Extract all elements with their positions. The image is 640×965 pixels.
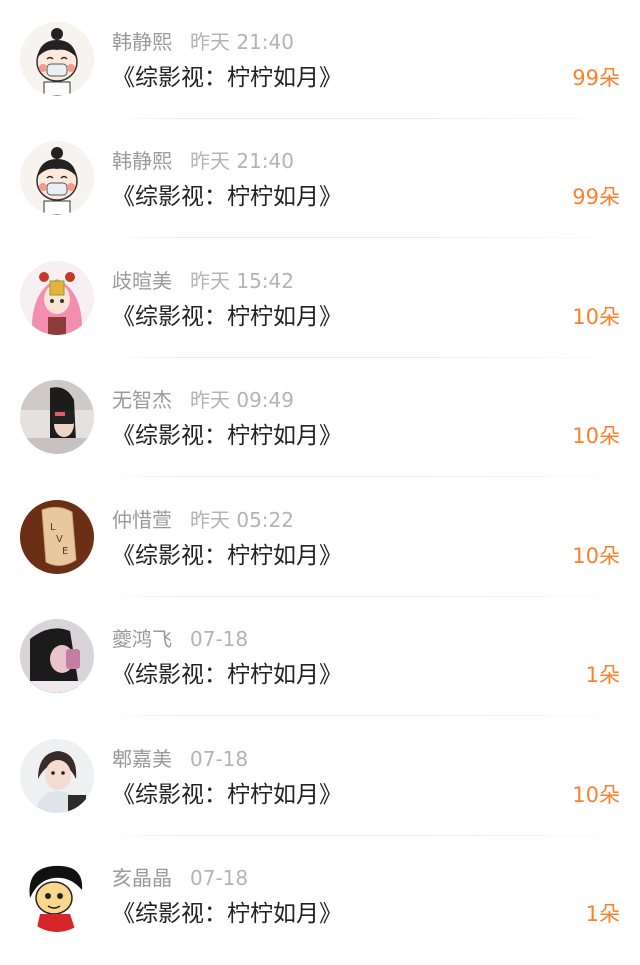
meta-line: 亥晶晶 07-18 <box>112 864 248 892</box>
user-name[interactable]: 韩静熙 <box>112 30 172 54</box>
book-title[interactable]: 《综影视：柠柠如月》 <box>112 301 342 333</box>
gift-amount: 10朵 <box>572 305 620 329</box>
cartoon-girl-mask-avatar[interactable] <box>20 22 94 96</box>
svg-text:V: V <box>56 534 63 545</box>
user-name[interactable]: 韩静熙 <box>112 149 172 173</box>
user-name[interactable]: 仲惜萱 <box>112 508 172 532</box>
timestamp: 昨天 09:49 <box>190 388 294 412</box>
list-item[interactable]: L V E 仲惜萱 昨天 05:22 《综影视：柠柠如月》 10朵 <box>0 478 640 597</box>
divider <box>112 237 640 238</box>
timestamp: 07-18 <box>190 866 249 890</box>
timestamp: 昨天 21:40 <box>190 30 294 54</box>
user-name[interactable]: 夔鸿飞 <box>112 627 172 651</box>
timestamp: 昨天 15:42 <box>190 269 294 293</box>
list-item[interactable]: 歧暄美 昨天 15:42 《综影视：柠柠如月》 10朵 <box>0 239 640 358</box>
list-item[interactable]: 郫嘉美 07-18 《综影视：柠柠如月》 10朵 <box>0 717 640 836</box>
divider <box>112 476 640 477</box>
list-item[interactable]: 韩静熙 昨天 21:40 《综影视：柠柠如月》 99朵 <box>0 0 640 119</box>
book-title[interactable]: 《综影视：柠柠如月》 <box>112 898 342 930</box>
gift-amount: 99朵 <box>572 185 620 209</box>
pink-hair-anime-avatar[interactable] <box>20 261 94 335</box>
book-title[interactable]: 《综影视：柠柠如月》 <box>112 540 342 572</box>
list-item[interactable]: 无智杰 昨天 09:49 《综影视：柠柠如月》 10朵 <box>0 358 640 477</box>
svg-text:E: E <box>62 546 68 557</box>
svg-text:L: L <box>50 522 56 533</box>
user-name[interactable]: 无智杰 <box>112 388 172 412</box>
selfie-photo-avatar[interactable] <box>20 380 94 454</box>
book-title[interactable]: 《综影视：柠柠如月》 <box>112 62 342 94</box>
meta-line: 夔鸿飞 07-18 <box>112 625 248 653</box>
book-title[interactable]: 《综影视：柠柠如月》 <box>112 779 342 811</box>
love-paper-avatar[interactable]: L V E <box>20 500 94 574</box>
list-item[interactable]: 亥晶晶 07-18 《综影视：柠柠如月》 1朵 <box>0 836 640 955</box>
meta-line: 韩静熙 昨天 21:40 <box>112 147 294 175</box>
cartoon-character-avatar[interactable] <box>20 858 94 932</box>
meta-line: 郫嘉美 07-18 <box>112 745 248 773</box>
book-title[interactable]: 《综影视：柠柠如月》 <box>112 181 342 213</box>
book-title[interactable]: 《综影视：柠柠如月》 <box>112 659 342 691</box>
dark-photo-avatar[interactable] <box>20 619 94 693</box>
girl-photo-avatar[interactable] <box>20 739 94 813</box>
timestamp: 昨天 05:22 <box>190 508 294 532</box>
timestamp: 07-18 <box>190 747 249 771</box>
meta-line: 无智杰 昨天 09:49 <box>112 386 294 414</box>
meta-line: 仲惜萱 昨天 05:22 <box>112 506 294 534</box>
divider <box>112 715 640 716</box>
cartoon-girl-mask-avatar[interactable] <box>20 141 94 215</box>
gift-amount: 10朵 <box>572 424 620 448</box>
timestamp: 07-18 <box>190 627 249 651</box>
gift-amount: 1朵 <box>585 902 620 926</box>
timestamp: 昨天 21:40 <box>190 149 294 173</box>
user-name[interactable]: 亥晶晶 <box>112 866 172 890</box>
list-item[interactable]: 夔鸿飞 07-18 《综影视：柠柠如月》 1朵 <box>0 597 640 716</box>
book-title[interactable]: 《综影视：柠柠如月》 <box>112 420 342 452</box>
gift-amount: 1朵 <box>585 663 620 687</box>
user-name[interactable]: 歧暄美 <box>112 269 172 293</box>
gift-amount: 10朵 <box>572 544 620 568</box>
user-name[interactable]: 郫嘉美 <box>112 747 172 771</box>
gift-amount: 10朵 <box>572 783 620 807</box>
gift-record-list: 韩静熙昨天 21:40 《综影视：柠柠如月》 99朵 韩静熙昨天 21:40 <box>0 0 640 965</box>
gift-amount: 99朵 <box>572 66 620 90</box>
meta-line: 歧暄美 昨天 15:42 <box>112 267 294 295</box>
meta-line: 韩静熙 昨天 21:40 <box>112 28 294 56</box>
list-item[interactable]: 韩静熙 昨天 21:40 《综影视：柠柠如月》 99朵 <box>0 119 640 238</box>
